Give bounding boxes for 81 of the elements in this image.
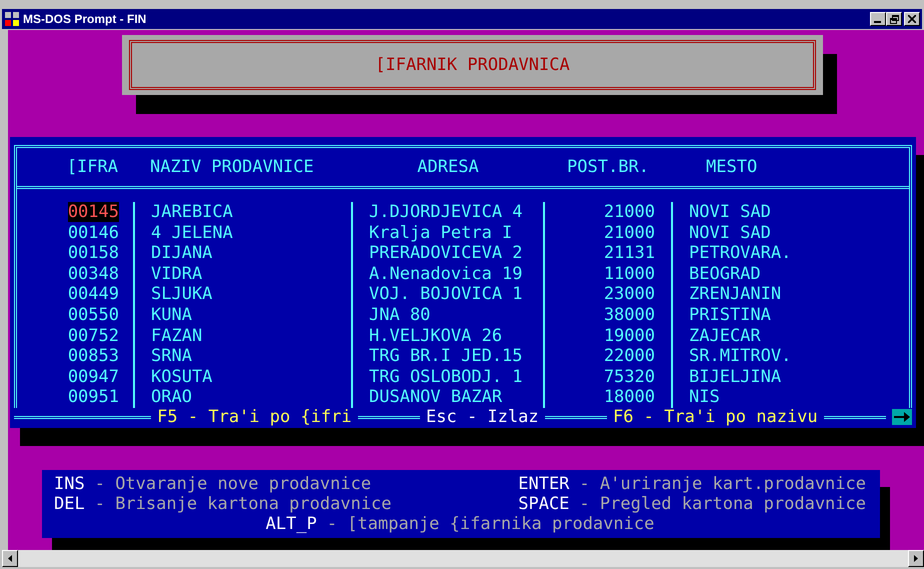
minimize-button[interactable] bbox=[870, 12, 886, 26]
table-cell: 18000 bbox=[604, 387, 655, 408]
shortcut-label: F5 - Tra'i po {ifri bbox=[157, 407, 352, 427]
ms-dos-icon bbox=[4, 11, 20, 27]
table-cell: NOVI SAD bbox=[689, 202, 771, 222]
table-cell: 4 JELENA bbox=[151, 222, 233, 243]
table-cell: ZAJECAR bbox=[689, 326, 761, 346]
table-cell: 38000 bbox=[604, 304, 655, 325]
key-description: - Pregled kartona prodavnice bbox=[579, 494, 866, 514]
table-cell: TRG OSLOBODJ. 1 bbox=[369, 366, 523, 387]
table-cell: 23000 bbox=[604, 284, 655, 304]
table-cell: SR.MITROV. bbox=[689, 346, 792, 366]
left-arrow-icon bbox=[8, 555, 12, 562]
table-cell: TRG BR.I JED.15 bbox=[369, 346, 523, 366]
table-cell: ZRENJANIN bbox=[689, 284, 782, 304]
column-header: POST.BR. bbox=[567, 157, 649, 177]
table-cell: 75320 bbox=[604, 366, 655, 387]
restore-button[interactable] bbox=[886, 12, 902, 26]
table-cell: 21000 bbox=[604, 202, 655, 222]
table-cell: JAREBICA bbox=[151, 202, 233, 222]
table-cell: DIJANA bbox=[151, 243, 212, 264]
table-cell: 21131 bbox=[604, 243, 655, 264]
table-cell: KOSUTA bbox=[151, 366, 212, 387]
table-cell: 21000 bbox=[604, 222, 655, 243]
scroll-left-button[interactable] bbox=[2, 550, 18, 567]
table-cell: BEOGRAD bbox=[689, 264, 761, 284]
restore-icon bbox=[890, 14, 898, 24]
window-title: MS-DOS Prompt - FIN bbox=[23, 12, 148, 26]
table-cell: PRERADOVICEVA 2 bbox=[369, 243, 523, 264]
table-cell: SRNA bbox=[151, 346, 192, 366]
table-cell[interactable]: 00947 bbox=[68, 366, 119, 387]
close-button[interactable] bbox=[904, 12, 920, 26]
key-name: INS bbox=[54, 474, 85, 494]
horizontal-scrollbar[interactable] bbox=[2, 550, 924, 567]
table-cell: VOJ. BOJOVICA 1 bbox=[369, 284, 523, 304]
table-cell[interactable]: 00348 bbox=[68, 264, 119, 284]
screen-title: [IFARNIK PRODAVNICA bbox=[375, 55, 570, 75]
table-cell[interactable]: 00449 bbox=[68, 284, 119, 304]
table-cell: BIJELJINA bbox=[689, 366, 782, 387]
table-cell: J.DJORDJEVICA 4 bbox=[369, 202, 523, 222]
column-header: NAZIV PRODAVNICE bbox=[150, 157, 314, 177]
table-cell: PRISTINA bbox=[689, 304, 771, 325]
shortcut-label: F6 - Tra'i po nazivu bbox=[612, 407, 818, 427]
shortcut-label: Esc - Izlaz bbox=[426, 407, 539, 427]
table-cell: Kralja Petra I bbox=[369, 222, 512, 243]
table-cell: 19000 bbox=[604, 326, 655, 346]
column-header: [IFRA bbox=[66, 157, 118, 177]
key-name: SPACE bbox=[518, 494, 570, 514]
key-description: - Brisanje kartona prodavnice bbox=[94, 494, 392, 514]
table-cell: NOVI SAD bbox=[689, 222, 771, 243]
scroll-right-button[interactable] bbox=[908, 550, 924, 567]
table-cell[interactable]: 00158 bbox=[68, 243, 119, 264]
table-cell: DUSANOV BAZAR bbox=[369, 387, 502, 408]
table-cell: SLJUKA bbox=[151, 284, 212, 304]
close-icon bbox=[908, 15, 916, 23]
table-cell: 22000 bbox=[604, 346, 655, 366]
table-cell: ORAO bbox=[151, 387, 192, 408]
table-cell[interactable]: 00752 bbox=[68, 326, 119, 346]
table-cell[interactable]: 00146 bbox=[68, 222, 119, 243]
table-cell[interactable]: 00951 bbox=[68, 387, 119, 408]
table-cell: JNA 80 bbox=[369, 304, 430, 325]
table-cell: 11000 bbox=[604, 264, 655, 284]
table-cell: FAZAN bbox=[151, 326, 202, 346]
table-cell: VIDRA bbox=[151, 264, 202, 284]
key-description: - [tampanje {ifarnika prodavnice bbox=[326, 514, 654, 534]
key-description: - A'uriranje kart.prodavnice bbox=[579, 474, 866, 494]
table-cell[interactable]: 00145 bbox=[68, 202, 119, 222]
key-description: - Otvaranje nove prodavnice bbox=[94, 474, 372, 494]
table-cell: KUNA bbox=[151, 304, 192, 325]
right-arrow-icon bbox=[914, 555, 918, 562]
table-cell: PETROVARA. bbox=[689, 243, 792, 264]
key-name: ALT_P bbox=[266, 514, 317, 534]
table-cell[interactable]: 00550 bbox=[68, 304, 119, 325]
table-cell: H.VELJKOVA 26 bbox=[369, 326, 502, 346]
key-name: DEL bbox=[54, 494, 85, 514]
table-cell: NIS bbox=[689, 387, 720, 408]
key-name: ENTER bbox=[518, 474, 570, 494]
table-cell[interactable]: 00853 bbox=[68, 346, 119, 366]
column-header: MESTO bbox=[706, 157, 758, 177]
table-cell: A.Nenadovica 19 bbox=[369, 264, 523, 284]
column-header: ADRESA bbox=[417, 157, 479, 177]
